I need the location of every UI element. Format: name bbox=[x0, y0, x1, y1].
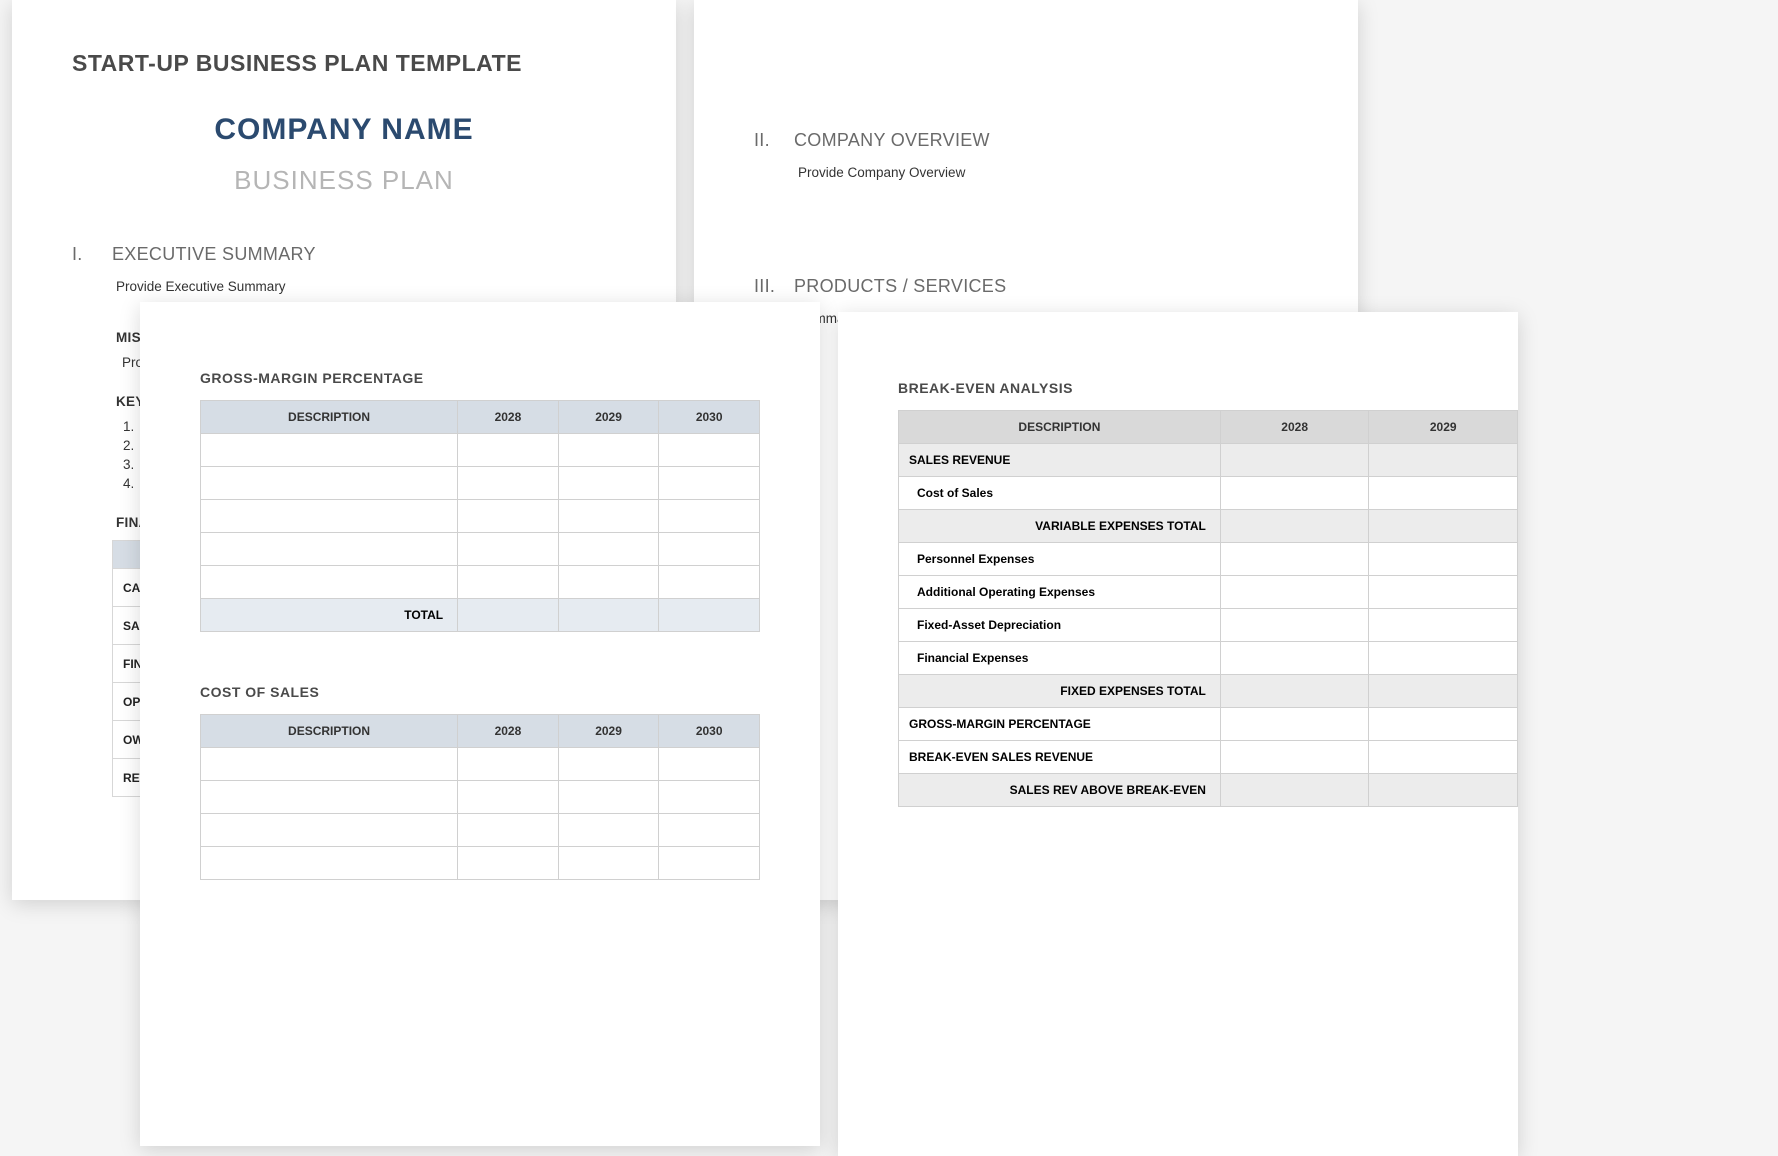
section-heading-products-services: III. PRODUCTS / SERVICES bbox=[754, 276, 1298, 297]
section-number: I. bbox=[72, 244, 94, 265]
row-label-fixed-asset-depreciation: Fixed-Asset Depreciation bbox=[899, 609, 1221, 642]
table-row bbox=[201, 566, 760, 599]
break-even-table: DESCRIPTION 2028 2029 SALES REVENUE Cost… bbox=[898, 410, 1518, 807]
section-heading-company-overview: II. COMPANY OVERVIEW bbox=[754, 130, 1298, 151]
table-row bbox=[201, 781, 760, 814]
total-label: TOTAL bbox=[201, 599, 458, 632]
row-label-fixed-expenses-total: FIXED EXPENSES TOTAL bbox=[899, 675, 1221, 708]
document-title: START-UP BUSINESS PLAN TEMPLATE bbox=[72, 50, 616, 77]
company-name: COMPANY NAME bbox=[72, 113, 616, 147]
col-header-year: 2029 bbox=[558, 715, 659, 748]
col-header-year: 2029 bbox=[1369, 411, 1518, 444]
gross-margin-table: DESCRIPTION 2028 2029 2030 TOTAL bbox=[200, 400, 760, 632]
table-row: BREAK-EVEN SALES REVENUE bbox=[899, 741, 1518, 774]
col-header-year: 2030 bbox=[659, 715, 760, 748]
table-row bbox=[201, 814, 760, 847]
row-label-sales-revenue: SALES REVENUE bbox=[899, 444, 1221, 477]
table-title-cost-of-sales: COST OF SALES bbox=[200, 684, 760, 700]
section-title: EXECUTIVE SUMMARY bbox=[112, 244, 316, 265]
table-row bbox=[201, 434, 760, 467]
row-label-personnel-expenses: Personnel Expenses bbox=[899, 543, 1221, 576]
col-header-description: DESCRIPTION bbox=[201, 715, 458, 748]
table-total-row: TOTAL bbox=[201, 599, 760, 632]
section-body: Provide Company Overview bbox=[798, 165, 1298, 180]
document-subtitle: BUSINESS PLAN bbox=[72, 165, 616, 196]
section-number: III. bbox=[754, 276, 776, 297]
table-row bbox=[201, 500, 760, 533]
page-3: GROSS-MARGIN PERCENTAGE DESCRIPTION 2028… bbox=[140, 302, 820, 1146]
section-heading-executive-summary: I. EXECUTIVE SUMMARY bbox=[72, 244, 616, 265]
table-row bbox=[201, 748, 760, 781]
table-row: Cost of Sales bbox=[899, 477, 1518, 510]
table-row bbox=[201, 533, 760, 566]
table-row: GROSS-MARGIN PERCENTAGE bbox=[899, 708, 1518, 741]
row-label-variable-expenses-total: VARIABLE EXPENSES TOTAL bbox=[899, 510, 1221, 543]
row-label-financial-expenses: Financial Expenses bbox=[899, 642, 1221, 675]
col-header-year: 2028 bbox=[458, 401, 559, 434]
table-title-break-even: BREAK-EVEN ANALYSIS bbox=[898, 380, 1518, 396]
table-row: SALES REVENUE bbox=[899, 444, 1518, 477]
table-row: Personnel Expenses bbox=[899, 543, 1518, 576]
table-row: Fixed-Asset Depreciation bbox=[899, 609, 1518, 642]
col-header-year: 2028 bbox=[458, 715, 559, 748]
section-title: COMPANY OVERVIEW bbox=[794, 130, 990, 151]
row-label-gross-margin-pct: GROSS-MARGIN PERCENTAGE bbox=[899, 708, 1221, 741]
table-row: Financial Expenses bbox=[899, 642, 1518, 675]
table-row: FIXED EXPENSES TOTAL bbox=[899, 675, 1518, 708]
section-body: Provide Executive Summary bbox=[116, 279, 616, 294]
col-header-year: 2028 bbox=[1220, 411, 1369, 444]
table-row: VARIABLE EXPENSES TOTAL bbox=[899, 510, 1518, 543]
section-number: II. bbox=[754, 130, 776, 151]
table-title-gross-margin: GROSS-MARGIN PERCENTAGE bbox=[200, 370, 760, 386]
page-4: BREAK-EVEN ANALYSIS DESCRIPTION 2028 202… bbox=[838, 312, 1518, 1156]
table-row bbox=[201, 467, 760, 500]
col-header-description: DESCRIPTION bbox=[899, 411, 1221, 444]
section-title: PRODUCTS / SERVICES bbox=[794, 276, 1006, 297]
table-row bbox=[201, 847, 760, 880]
col-header-description: DESCRIPTION bbox=[201, 401, 458, 434]
table-row: SALES REV ABOVE BREAK-EVEN bbox=[899, 774, 1518, 807]
col-header-year: 2029 bbox=[558, 401, 659, 434]
cost-of-sales-table: DESCRIPTION 2028 2029 2030 bbox=[200, 714, 760, 880]
row-label-break-even-sales-revenue: BREAK-EVEN SALES REVENUE bbox=[899, 741, 1221, 774]
row-label-sales-rev-above-break-even: SALES REV ABOVE BREAK-EVEN bbox=[899, 774, 1221, 807]
row-label-cost-of-sales: Cost of Sales bbox=[899, 477, 1221, 510]
col-header-year: 2030 bbox=[659, 401, 760, 434]
row-label-additional-operating-expenses: Additional Operating Expenses bbox=[899, 576, 1221, 609]
table-row: Additional Operating Expenses bbox=[899, 576, 1518, 609]
